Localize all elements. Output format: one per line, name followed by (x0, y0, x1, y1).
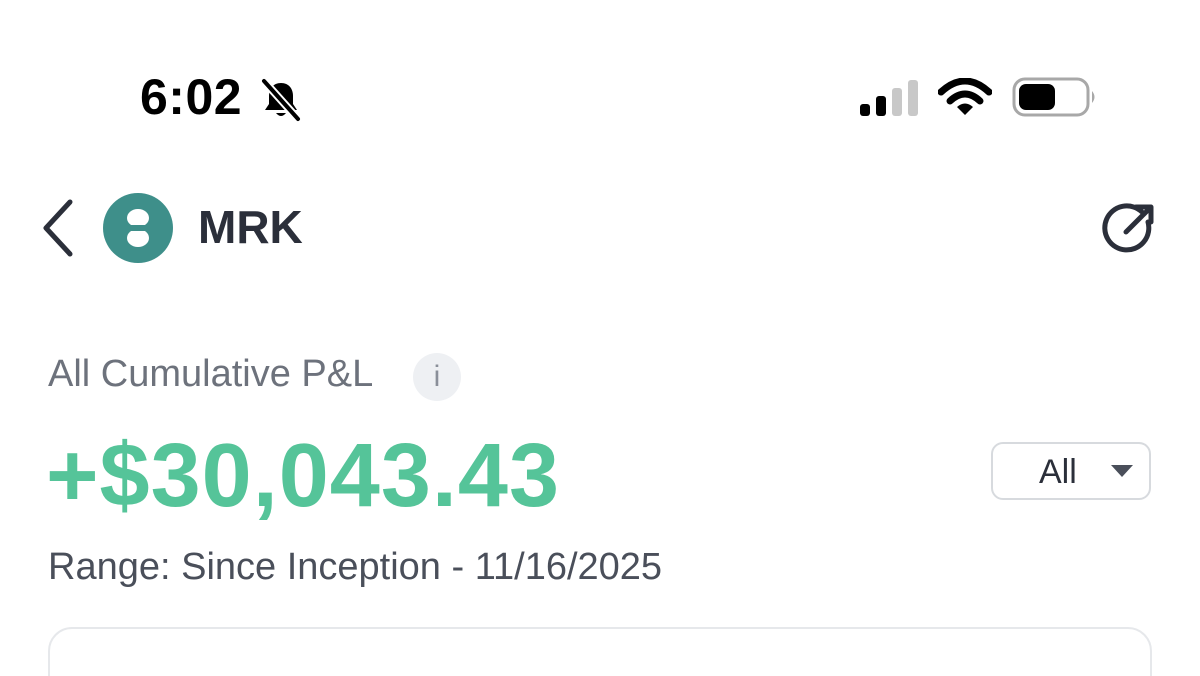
bell-slash-icon (260, 77, 302, 123)
ticker-symbol: MRK (198, 201, 303, 253)
pnl-label: All Cumulative P&L (48, 353, 374, 395)
company-logo (103, 193, 173, 263)
app-screen: 6:02 MRK All Cumulative P&L i +$30,043.4… (0, 0, 1200, 676)
wifi-icon (938, 78, 992, 115)
range-dropdown-value: All (1039, 453, 1077, 491)
share-icon[interactable] (1098, 198, 1160, 260)
range-dropdown[interactable]: All (991, 442, 1151, 500)
status-time: 6:02 (140, 69, 243, 125)
chart-card (48, 627, 1152, 676)
caret-down-icon (1111, 465, 1133, 477)
range-text: Range: Since Inception - 11/16/2025 (48, 546, 663, 588)
info-button[interactable]: i (413, 353, 461, 401)
pnl-value: +$30,043.43 (46, 426, 560, 526)
battery-icon (1012, 77, 1095, 117)
company-logo-mark (127, 209, 149, 247)
cellular-signal-icon (860, 80, 918, 116)
back-button[interactable] (38, 196, 78, 260)
